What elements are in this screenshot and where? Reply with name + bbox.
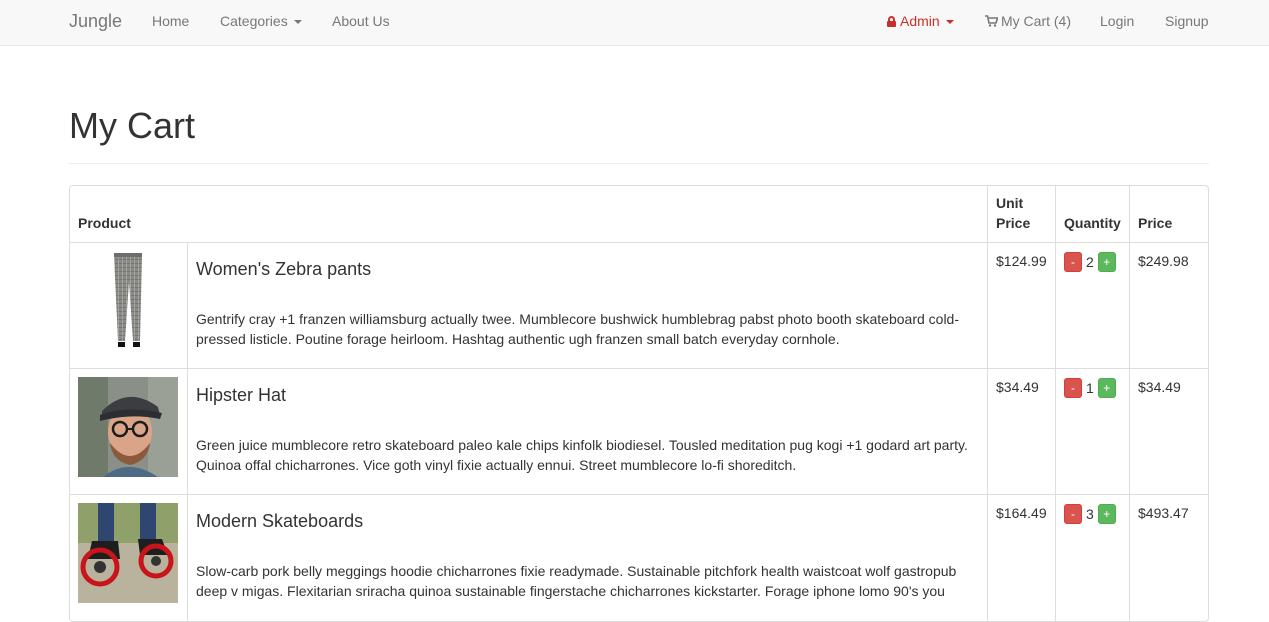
product-image-pants[interactable] bbox=[78, 251, 178, 351]
line-total: $493.47 bbox=[1138, 505, 1189, 521]
nav-login[interactable]: Login bbox=[1100, 0, 1134, 46]
increase-quantity-button[interactable]: + bbox=[1097, 378, 1116, 398]
header-price: Price bbox=[1129, 186, 1208, 242]
unit-price-cell: $34.49 bbox=[987, 369, 1055, 494]
cart-table: Product Unit Price Quantity Price Women'… bbox=[69, 185, 1209, 622]
page-title: My Cart bbox=[69, 105, 195, 146]
table-header-row: Product Unit Price Quantity Price bbox=[70, 186, 1208, 243]
unit-price-cell: $164.49 bbox=[987, 495, 1055, 621]
quantity-cell: - 2 + bbox=[1055, 243, 1129, 368]
product-description: Gentrify cray +1 franzen williamsburg ac… bbox=[196, 311, 959, 347]
product-description: Slow-carb pork belly meggings hoodie chi… bbox=[196, 563, 957, 599]
product-name: Women's Zebra pants bbox=[196, 259, 372, 279]
header-unit-price: Unit Price bbox=[987, 186, 1055, 242]
navbar: Jungle Home Categories About Us Admin My… bbox=[0, 0, 1269, 46]
caret-down-icon bbox=[293, 20, 302, 24]
nav-about[interactable]: About Us bbox=[332, 0, 390, 46]
product-image-cell bbox=[70, 243, 187, 368]
product-description-cell: Women's Zebra pants Gentrify cray +1 fra… bbox=[187, 243, 987, 368]
quantity-stepper: - 2 + bbox=[1064, 252, 1116, 272]
nav-cart-label: My Cart (4) bbox=[1001, 13, 1071, 29]
caret-down-icon bbox=[945, 20, 954, 24]
unit-price: $34.49 bbox=[996, 379, 1039, 395]
nav-cart[interactable]: My Cart (4) bbox=[985, 0, 1071, 46]
lock-icon bbox=[887, 16, 896, 27]
product-image-cell bbox=[70, 369, 187, 494]
product-name: Modern Skateboards bbox=[196, 511, 364, 531]
nav-categories-dropdown[interactable]: Categories bbox=[220, 0, 302, 46]
nav-admin-dropdown[interactable]: Admin bbox=[887, 0, 954, 46]
brand-link[interactable]: Jungle bbox=[69, 0, 122, 46]
shopping-cart-icon bbox=[985, 15, 998, 27]
table-row: Hipster Hat Green juice mumblecore retro… bbox=[70, 369, 1208, 495]
quantity-stepper: - 3 + bbox=[1064, 504, 1116, 524]
table-row: Modern Skateboards Slow-carb pork belly … bbox=[70, 495, 1208, 621]
nav-categories-label: Categories bbox=[220, 13, 288, 29]
header-quantity: Quantity bbox=[1055, 186, 1129, 242]
product-description-cell: Hipster Hat Green juice mumblecore retro… bbox=[187, 369, 987, 494]
header-divider bbox=[69, 163, 1209, 164]
quantity-cell: - 1 + bbox=[1055, 369, 1129, 494]
increase-quantity-button[interactable]: + bbox=[1097, 504, 1116, 524]
product-image-skateboards[interactable] bbox=[78, 503, 178, 603]
increase-quantity-button[interactable]: + bbox=[1097, 252, 1116, 272]
nav-signup[interactable]: Signup bbox=[1165, 0, 1209, 46]
unit-price: $164.49 bbox=[996, 505, 1047, 521]
quantity-value: 2 bbox=[1086, 254, 1094, 270]
product-image-hat[interactable] bbox=[78, 377, 178, 477]
unit-price-cell: $124.99 bbox=[987, 243, 1055, 368]
line-total-cell: $493.47 bbox=[1129, 495, 1208, 621]
product-name: Hipster Hat bbox=[196, 385, 287, 405]
decrease-quantity-button[interactable]: - bbox=[1064, 252, 1082, 272]
quantity-value: 1 bbox=[1086, 380, 1094, 396]
line-total: $34.49 bbox=[1138, 379, 1181, 395]
quantity-cell: - 3 + bbox=[1055, 495, 1129, 621]
line-total-cell: $249.98 bbox=[1129, 243, 1208, 368]
unit-price: $124.99 bbox=[996, 253, 1047, 269]
product-description: Green juice mumblecore retro skateboard … bbox=[196, 437, 968, 473]
product-image-cell bbox=[70, 495, 187, 621]
table-row: Women's Zebra pants Gentrify cray +1 fra… bbox=[70, 243, 1208, 369]
nav-home[interactable]: Home bbox=[152, 0, 189, 46]
decrease-quantity-button[interactable]: - bbox=[1064, 504, 1082, 524]
line-total-cell: $34.49 bbox=[1129, 369, 1208, 494]
header-product: Product bbox=[78, 215, 131, 231]
quantity-stepper: - 1 + bbox=[1064, 378, 1116, 398]
product-description-cell: Modern Skateboards Slow-carb pork belly … bbox=[187, 495, 987, 621]
nav-admin-label: Admin bbox=[900, 13, 940, 29]
quantity-value: 3 bbox=[1086, 506, 1094, 522]
line-total: $249.98 bbox=[1138, 253, 1189, 269]
decrease-quantity-button[interactable]: - bbox=[1064, 378, 1082, 398]
